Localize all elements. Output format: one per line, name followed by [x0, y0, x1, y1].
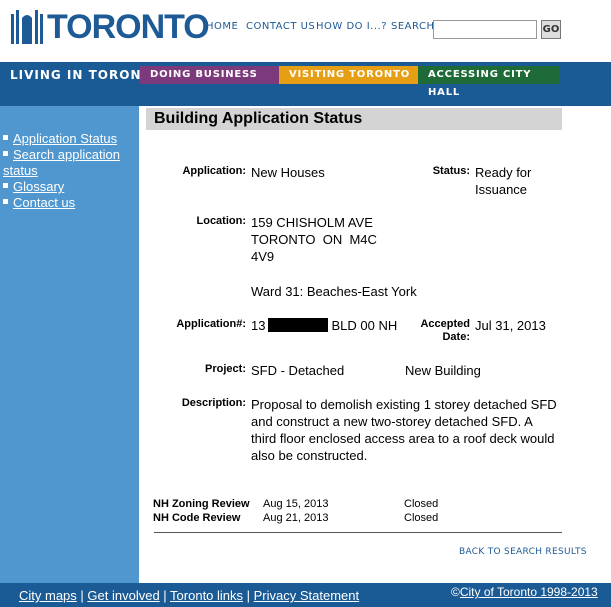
description-label: Description:	[181, 397, 246, 409]
location-label: Location:	[196, 215, 247, 227]
sidebar: Application Status Search application st…	[0, 106, 139, 583]
sidebar-item-label[interactable]: Search application status	[3, 147, 120, 178]
sidebar-item-label[interactable]: Application Status	[13, 131, 117, 146]
review-status: Closed	[404, 498, 439, 510]
footer-separator: |	[76, 588, 88, 603]
footer: City maps | Get involved | Toronto links…	[0, 583, 611, 607]
application-number-value: 13 BLD 00 NH	[251, 317, 397, 334]
back-to-search-results-link[interactable]: BACK TO SEARCH RESULTS	[459, 547, 587, 557]
ward-value: Ward 31: Beaches-East York	[251, 284, 417, 299]
status-value-line2: Issuance	[475, 182, 528, 197]
location-line2: TORONTO ON M4C	[251, 232, 377, 247]
bullet-icon	[3, 183, 8, 189]
page-title: Building Application Status	[154, 110, 363, 127]
footer-link-privacy[interactable]: Privacy Statement	[254, 588, 360, 603]
sidebar-item-contact[interactable]: Contact us	[3, 195, 133, 211]
toronto-logo[interactable]: TORONTO	[10, 6, 210, 46]
tab-accessing-city-hall[interactable]: ACCESSING CITY HALL	[418, 66, 560, 98]
application-number-prefix: 13	[251, 318, 266, 333]
project-label: Project:	[205, 363, 246, 375]
application-number-suffix: BLD 00 NH	[331, 318, 398, 333]
application-number-label: Application#:	[176, 318, 246, 330]
divider	[154, 532, 562, 533]
accepted-date-value: Jul 31, 2013	[475, 318, 546, 333]
review-date: Aug 21, 2013	[263, 512, 329, 524]
sidebar-item-glossary[interactable]: Glossary	[3, 179, 133, 195]
tab-visiting-toronto[interactable]: VISITING TORONTO	[279, 66, 418, 84]
go-button[interactable]: GO	[541, 20, 561, 39]
copyright-link[interactable]: City of Toronto 1998-2013	[460, 585, 598, 599]
status-value-line1: Ready for	[475, 165, 532, 180]
footer-link-toronto-links[interactable]: Toronto links	[170, 588, 243, 603]
project-type-value: SFD - Detached	[251, 363, 345, 378]
application-value: New Houses	[251, 165, 325, 180]
nav-contact-link[interactable]: CONTACT US	[246, 21, 315, 32]
review-status: Closed	[404, 512, 439, 524]
accepted-date-label-line2: Date:	[442, 331, 470, 343]
nav-home-link[interactable]: HOME	[206, 21, 238, 32]
project-work-value: New Building	[405, 363, 481, 378]
sidebar-item-application-status[interactable]: Application Status	[3, 131, 133, 147]
status-label: Status:	[432, 165, 470, 177]
footer-separator: |	[243, 588, 254, 603]
city-hall-logo-icon	[11, 10, 43, 44]
footer-links: City maps | Get involved | Toronto links…	[19, 588, 359, 604]
copyright: ©City of Toronto 1998-2013	[451, 584, 598, 600]
footer-separator: |	[159, 588, 171, 603]
sidebar-item-label[interactable]: Glossary	[13, 179, 64, 194]
search-input[interactable]	[433, 20, 537, 39]
bullet-icon	[3, 151, 8, 157]
search-label: SEARCH:	[391, 21, 439, 32]
description-line: and construct a new two-storey detached …	[251, 414, 533, 429]
description-line: third floor enclosed access area to a ro…	[251, 431, 555, 446]
location-line1: 159 CHISHOLM AVE	[251, 215, 373, 230]
review-name: NH Code Review	[153, 512, 241, 524]
copyright-symbol: ©	[451, 585, 460, 599]
tab-doing-business[interactable]: DOING BUSINESS	[140, 66, 279, 84]
sidebar-item-label[interactable]: Contact us	[13, 195, 75, 210]
sidebar-item-search[interactable]: Search application status	[3, 147, 133, 179]
location-line3: 4V9	[251, 249, 275, 264]
footer-link-city-maps[interactable]: City maps	[19, 588, 77, 603]
bullet-icon	[3, 199, 8, 205]
description-line: Proposal to demolish existing 1 storey d…	[251, 397, 557, 412]
footer-link-get-involved[interactable]: Get involved	[87, 588, 159, 603]
page-title-bar: Building Application Status	[146, 108, 562, 130]
description-line: also be constructed.	[251, 448, 368, 463]
bullet-icon	[3, 135, 8, 141]
application-label: Application:	[182, 165, 246, 177]
redaction-block	[268, 318, 329, 332]
review-name: NH Zoning Review	[153, 498, 250, 510]
accepted-date-label-line1: Accepted	[420, 318, 470, 330]
review-date: Aug 15, 2013	[263, 498, 329, 510]
logo-text: TORONTO	[47, 8, 210, 46]
nav-how-do-i-link[interactable]: HOW DO I...?	[316, 21, 387, 32]
